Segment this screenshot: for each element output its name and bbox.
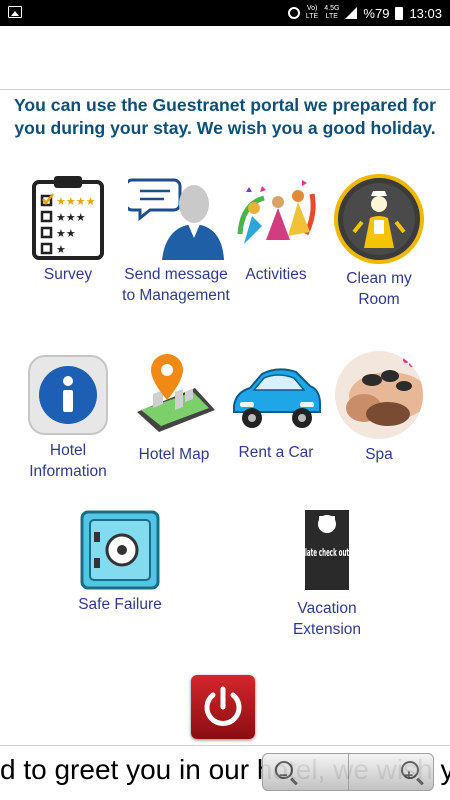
zoom-in-button[interactable]: + (347, 754, 434, 790)
signal-icon (345, 7, 358, 19)
tile-hotel-map-label: Hotel Map (138, 446, 210, 463)
tile-rent-a-car-label: Rent a Car (238, 444, 314, 461)
tile-activities-label: Activities (245, 266, 307, 283)
safe-icon (80, 510, 160, 590)
info-icon (28, 355, 108, 435)
dancing-people-icon (237, 180, 316, 244)
zoom-control: − + (262, 753, 434, 791)
clock: 13:03 (409, 5, 442, 21)
tile-send-message-label: Send message to Management (122, 266, 230, 304)
svg-text:★★: ★★ (56, 227, 76, 240)
tile-vacation-extension-label: Vacation Extension (292, 600, 362, 638)
spa-stones-icon (335, 351, 423, 439)
door-hanger-icon: late check out (305, 510, 349, 590)
battery-percent: %79 (363, 5, 390, 21)
car-icon (233, 368, 321, 428)
svg-text:★★★★: ★★★★ (56, 195, 96, 208)
battery-icon (395, 6, 404, 20)
tile-hotel-map[interactable]: Hotel Map (124, 350, 224, 465)
tile-clean-room[interactable]: Clean my Room (330, 174, 428, 310)
tile-hotel-information-label: Hotel Information (29, 442, 107, 480)
tile-safe-failure-label: Safe Failure (78, 596, 162, 613)
tile-survey[interactable]: ★★★★ ★★★ ★★ ★ Survey (18, 174, 118, 285)
status-bar: Vo) LTE 4.5G LTE %79 13:03 (0, 0, 450, 26)
housekeeper-icon (334, 174, 424, 264)
person-speech-bubble-icon (128, 178, 224, 260)
tile-clean-room-label: Clean my Room (346, 270, 412, 308)
tile-activities[interactable]: Activities (230, 174, 322, 285)
tile-vacation-extension[interactable]: late check out Vacation Extension (272, 506, 382, 640)
tile-hotel-information[interactable]: Hotel Information (18, 354, 118, 482)
alarm-icon (287, 7, 300, 19)
power-icon (204, 686, 242, 726)
door-hanger-text: late check out (305, 546, 349, 559)
power-button[interactable] (191, 675, 255, 739)
welcome-message: You can use the Guestranet portal we pre… (13, 95, 437, 138)
svg-text:★★★: ★★★ (56, 211, 86, 224)
app-bar (0, 26, 450, 90)
tile-send-message[interactable]: Send message to Management (122, 174, 230, 306)
status-icons: Vo) LTE 4.5G LTE %79 13:03 (287, 0, 442, 26)
map-pin-icon (137, 354, 215, 432)
tile-rent-a-car[interactable]: Rent a Car (228, 356, 324, 463)
volte-indicator: Vo) LTE (305, 5, 319, 20)
tile-survey-label: Survey (43, 266, 93, 283)
tile-safe-failure[interactable]: Safe Failure (70, 510, 170, 615)
tile-spa-label: Spa (365, 446, 393, 463)
zoom-out-button[interactable]: − (263, 754, 348, 790)
svg-text:★: ★ (56, 243, 66, 256)
tile-spa[interactable]: Spa (332, 350, 426, 465)
checklist-icon: ★★★★ ★★★ ★★ ★ (32, 176, 104, 260)
data-indicator: 4.5G LTE (324, 5, 340, 20)
image-notification-icon (8, 6, 22, 18)
